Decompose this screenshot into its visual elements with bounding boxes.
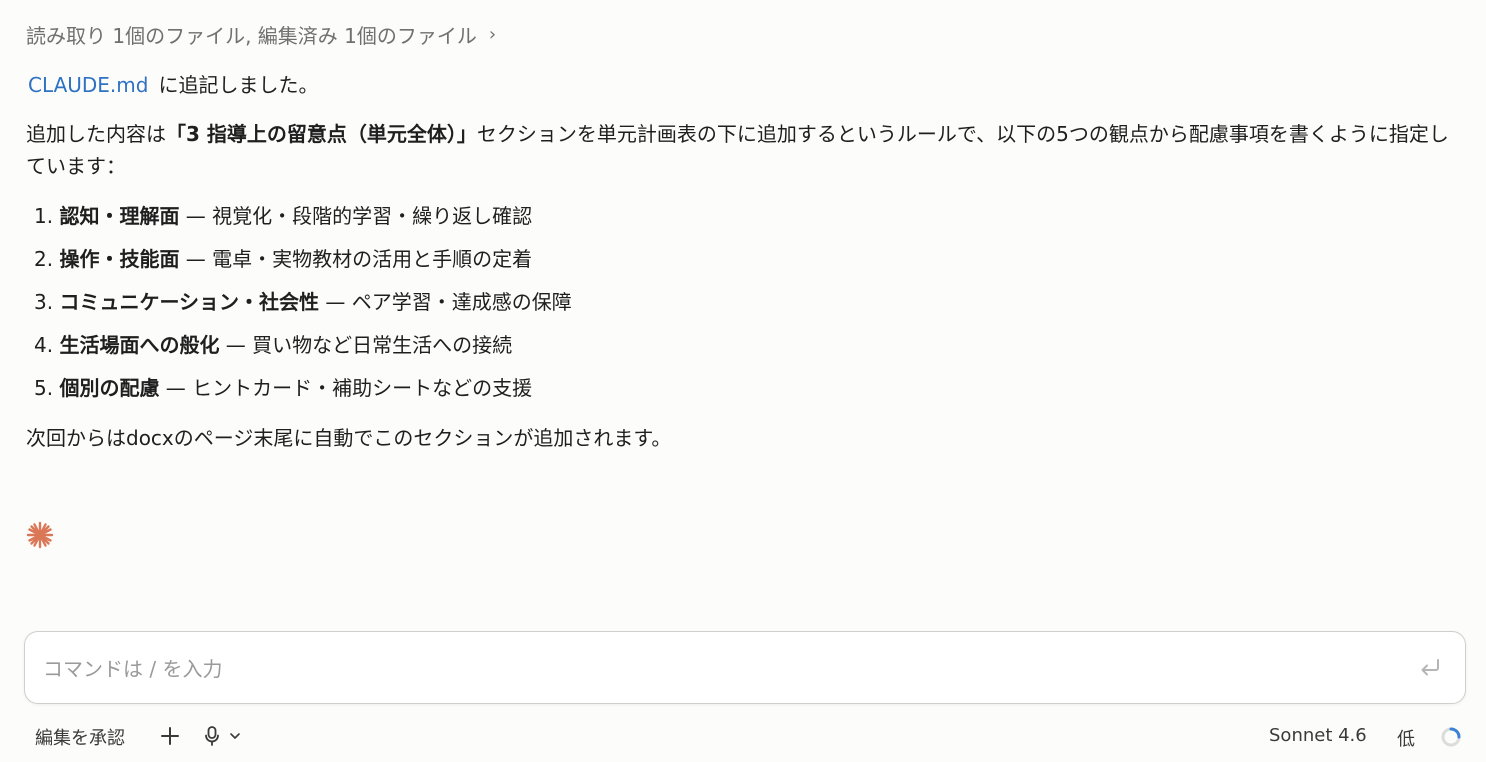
accept-edits-button[interactable]: 編集を承認 xyxy=(35,724,125,750)
command-input-box xyxy=(24,631,1466,704)
enter-icon[interactable] xyxy=(1417,654,1443,680)
tool-summary-text: 読み取り 1個のファイル, 編集済み 1個のファイル xyxy=(26,24,477,48)
list-item-number: 5. xyxy=(34,376,54,400)
list-item-title: 認知・理解面 xyxy=(59,204,180,228)
chat-view: 読み取り 1個のファイル, 編集済み 1個のファイル › CLAUDE.md に追… xyxy=(0,0,1486,762)
usage-ring-icon xyxy=(1441,727,1461,747)
command-input[interactable] xyxy=(41,650,1405,688)
content-bold: 「3 指導上の留意点（単元全体）」 xyxy=(166,122,477,146)
spark-icon xyxy=(26,521,54,549)
message-next: 次回からはdocxのページ末尾に自動でこのセクションが追加されます。 xyxy=(26,426,672,450)
microphone-button[interactable] xyxy=(203,724,253,748)
list-item-detail: — 買い物など日常生活への接続 xyxy=(219,333,513,357)
list-item: 4. 生活場面への般化 — 買い物など日常生活への接続 xyxy=(34,329,572,372)
list-item-number: 3. xyxy=(34,290,54,314)
list-item-detail: — 電卓・実物教材の活用と手順の定着 xyxy=(179,247,533,271)
tool-summary-toggle[interactable]: 読み取り 1個のファイル, 編集済み 1個のファイル › xyxy=(26,20,496,49)
chevron-down-icon xyxy=(230,733,240,739)
microphone-icon xyxy=(205,726,219,746)
plus-icon[interactable] xyxy=(158,724,182,748)
content-prefix: 追加した内容は xyxy=(26,122,166,146)
list-item-detail: — ヒントカード・補助シートなどの支援 xyxy=(159,376,533,400)
added-text: に追記しました。 xyxy=(158,73,319,97)
list-item-number: 4. xyxy=(34,333,54,357)
effort-selector[interactable]: 低 xyxy=(1397,725,1415,751)
list-item-title: 生活場面への般化 xyxy=(59,333,220,357)
list-item-title: 操作・技能面 xyxy=(59,247,180,271)
message-added-line: CLAUDE.md に追記しました。 xyxy=(26,69,1466,101)
list-item-detail: — ペア学習・達成感の保障 xyxy=(319,290,572,314)
model-selector[interactable]: Sonnet 4.6 xyxy=(1269,725,1367,746)
list-item-number: 2. xyxy=(34,247,54,271)
chevron-right-icon: › xyxy=(488,24,497,45)
list-item-number: 1. xyxy=(34,204,54,228)
viewpoint-list: 1. 認知・理解面 — 視覚化・段階的学習・繰り返し確認 2. 操作・技能面 —… xyxy=(34,200,572,415)
input-footer: 編集を承認 Sonnet 4.6 低 xyxy=(0,720,1486,756)
list-item: 2. 操作・技能面 — 電卓・実物教材の活用と手順の定着 xyxy=(34,243,572,286)
message-content: 追加した内容は「3 指導上の留意点（単元全体）」セクションを単元計画表の下に追加… xyxy=(26,118,1466,182)
list-item: 1. 認知・理解面 — 視覚化・段階的学習・繰り返し確認 xyxy=(34,200,572,243)
list-item-title: 個別の配慮 xyxy=(59,376,160,400)
list-item: 5. 個別の配慮 — ヒントカード・補助シートなどの支援 xyxy=(34,372,572,415)
file-link[interactable]: CLAUDE.md xyxy=(28,73,148,97)
list-item-detail: — 視覚化・段階的学習・繰り返し確認 xyxy=(179,204,533,228)
list-item-title: コミュニケーション・社会性 xyxy=(59,290,320,314)
list-item: 3. コミュニケーション・社会性 — ペア学習・達成感の保障 xyxy=(34,286,572,329)
